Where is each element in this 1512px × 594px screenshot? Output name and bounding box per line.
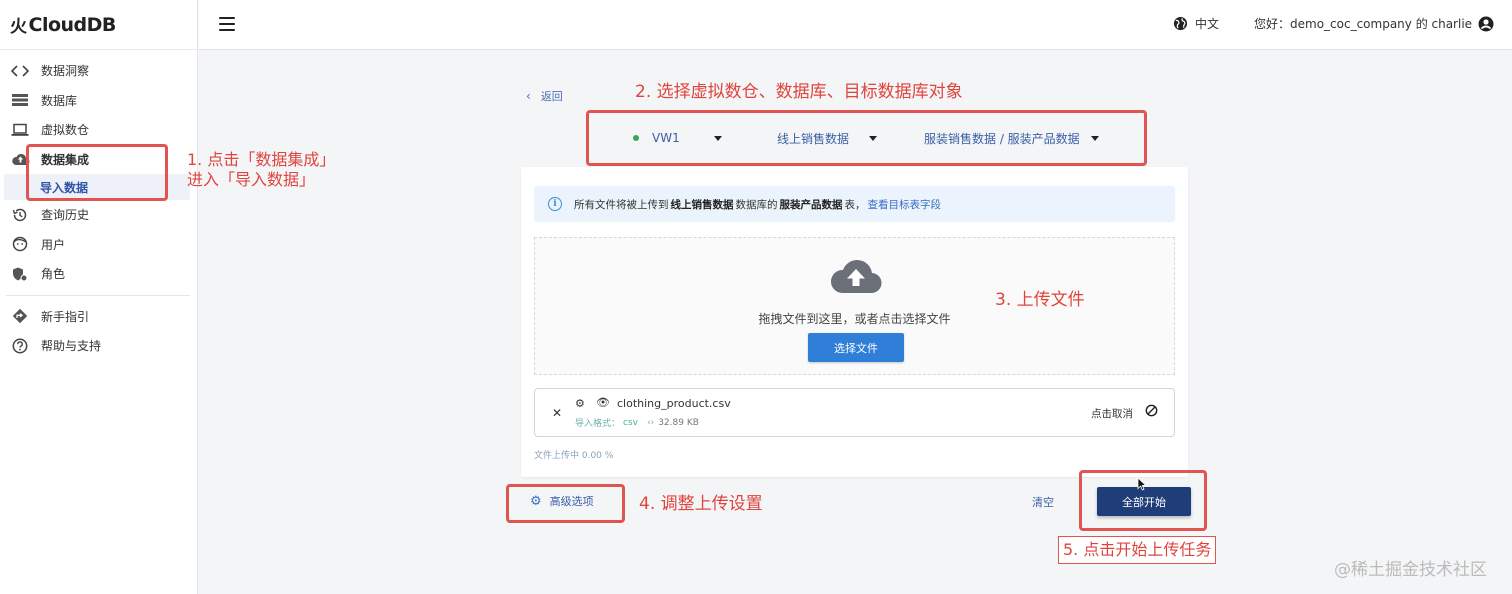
caret-down-icon [713,135,722,141]
file-settings-icon[interactable]: ⚙ [575,397,585,410]
help-icon [10,338,30,354]
dropzone-text: 拖拽文件到这里，或者点击选择文件 [758,312,951,326]
history-icon [10,207,30,223]
remove-file-icon[interactable]: ✕ [552,406,562,420]
sidebar-item-label: 数据洞察 [41,64,90,79]
laptop-icon [10,122,30,138]
info-middle: 数据库的 [735,198,778,211]
sidebar-item-label: 数据库 [41,93,78,108]
sidebar-item-label: 帮助与支持 [41,339,102,354]
ban-icon[interactable] [1145,404,1158,417]
caret-down-icon [869,135,878,141]
guide-diamond-icon [10,308,30,324]
sidebar-bottom-nav: 新手指引 帮助与支持 [0,302,197,361]
file-item: ✕ ⚙ 👁 clothing_product.csv 导入格式： csv ‹› … [534,388,1175,437]
annotation-step5: 5. 点击开始上传任务 [1058,536,1217,564]
logo-text: CloudDB [28,13,117,36]
mouse-cursor-icon [1137,477,1147,491]
database-value: 线上销售数据 [777,131,850,146]
sidebar-item-label: 导入数据 [40,180,89,195]
cancel-upload-button[interactable]: 点击取消 [1091,406,1133,421]
annotation-step1-line2: 进入「导入数据」 [187,170,316,189]
advanced-options-button[interactable]: ⚙ 高级选项 [530,493,594,509]
info-suffix: 表， [844,198,866,211]
start-all-button[interactable]: 全部开始 [1097,487,1191,516]
watermark: @稀土掘金技术社区 [1334,560,1487,580]
info-database: 线上销售数据 [670,198,734,211]
file-meta: 导入格式： csv ‹› 32.89 KB [575,416,699,430]
sidebar-item-virtual-warehouse[interactable]: 虚拟数仓 [0,115,197,145]
cloud-upload-icon [10,151,30,167]
sidebar: ⽕ CloudDB 数据洞察 数据库 虚拟数仓 数据集成 导入数据 查询历史 用… [0,0,198,594]
annotation-step1-line1: 1. 点击「数据集成」 [187,150,336,169]
sidebar-item-label: 数据集成 [41,152,90,167]
cloud-upload-icon [830,260,882,294]
info-table: 服装产品数据 [779,198,843,211]
back-link[interactable]: ‹ 返回 [526,88,563,104]
back-label: 返回 [540,90,563,103]
app-logo[interactable]: ⽕ CloudDB [0,0,197,50]
sidebar-divider [6,294,190,296]
advanced-label: 高级选项 [549,495,594,508]
info-prefix: 所有文件将被上传到 [574,198,669,211]
logo-symbol: ⽕ [10,17,27,37]
view-table-fields-link[interactable]: 查看目标表字段 [868,197,942,212]
annotation-step3: 3. 上传文件 [995,290,1085,310]
sidebar-item-help[interactable]: 帮助与支持 [0,331,197,361]
sidebar-item-database[interactable]: 数据库 [0,86,197,116]
sidebar-item-users[interactable]: 用户 [0,230,197,260]
annotation-step4: 4. 调整上传设置 [639,494,763,514]
annotation-step2: 2. 选择虚拟数仓、数据库、目标数据库对象 [635,82,963,102]
code-icon [10,63,30,79]
sidebar-item-data-insight[interactable]: 数据洞察 [0,56,197,86]
language-label: 中文 [1195,17,1220,31]
top-header: 中文 您好：demo_coc_company 的 charlie [199,0,1512,50]
sidebar-item-data-integration[interactable]: 数据集成 [0,145,197,175]
status-dot [633,135,639,141]
target-selector-bar: VW1 线上销售数据 服装销售数据 / 服装产品数据 [590,112,1145,164]
preview-eye-icon[interactable]: 👁 [596,396,610,409]
format-value: csv [623,417,638,428]
user-greeting: 您好：demo_coc_company 的 charlie [1254,17,1473,31]
globe-icon [1173,16,1188,31]
chevron-left-icon: ‹ [526,89,531,103]
warehouse-value: VW1 [652,131,680,145]
table-value: 服装销售数据 / 服装产品数据 [924,131,1080,146]
info-banner: i 所有文件将被上传到 线上销售数据 数据库的 服装产品数据 表， 查看目标表字… [534,186,1175,222]
choose-file-button[interactable]: 选择文件 [808,333,904,362]
sidebar-item-getting-started[interactable]: 新手指引 [0,302,197,332]
warehouse-select[interactable]: VW1 [633,131,722,145]
database-icon [10,92,30,108]
sidebar-item-query-history[interactable]: 查询历史 [0,200,197,230]
sidebar-nav: 数据洞察 数据库 虚拟数仓 数据集成 导入数据 查询历史 用户 角色 [0,50,197,289]
user-menu[interactable]: 您好：demo_coc_company 的 charlie [1254,15,1494,32]
account-avatar-icon [1478,16,1494,31]
language-switcher[interactable]: 中文 [1173,15,1219,32]
sidebar-item-label: 角色 [41,267,66,282]
sidebar-item-label: 新手指引 [41,309,90,324]
caret-down-icon [1090,135,1099,141]
sidebar-item-label: 虚拟数仓 [41,123,90,138]
clear-button[interactable]: 清空 [1032,494,1054,510]
info-icon: i [548,197,562,211]
code-icon: ‹› [646,417,655,428]
gear-icon: ⚙ [530,493,542,509]
user-face-icon [10,236,30,252]
menu-toggle-icon[interactable] [219,17,235,31]
upload-card: i 所有文件将被上传到 线上销售数据 数据库的 服装产品数据 表， 查看目标表字… [521,167,1188,477]
table-select[interactable]: 服装销售数据 / 服装产品数据 [924,130,1099,147]
role-shield-icon [10,266,30,282]
database-select[interactable]: 线上销售数据 [777,130,878,147]
sidebar-item-label: 用户 [41,237,66,252]
upload-status-text: 文件上传中 0.00 % [534,451,614,461]
file-name: clothing_product.csv [617,397,731,410]
sidebar-item-import-data[interactable]: 导入数据 [4,174,190,200]
sidebar-item-roles[interactable]: 角色 [0,259,197,289]
format-label: 导入格式： [575,419,621,429]
file-size: 32.89 KB [658,417,699,428]
sidebar-item-label: 查询历史 [41,208,90,223]
